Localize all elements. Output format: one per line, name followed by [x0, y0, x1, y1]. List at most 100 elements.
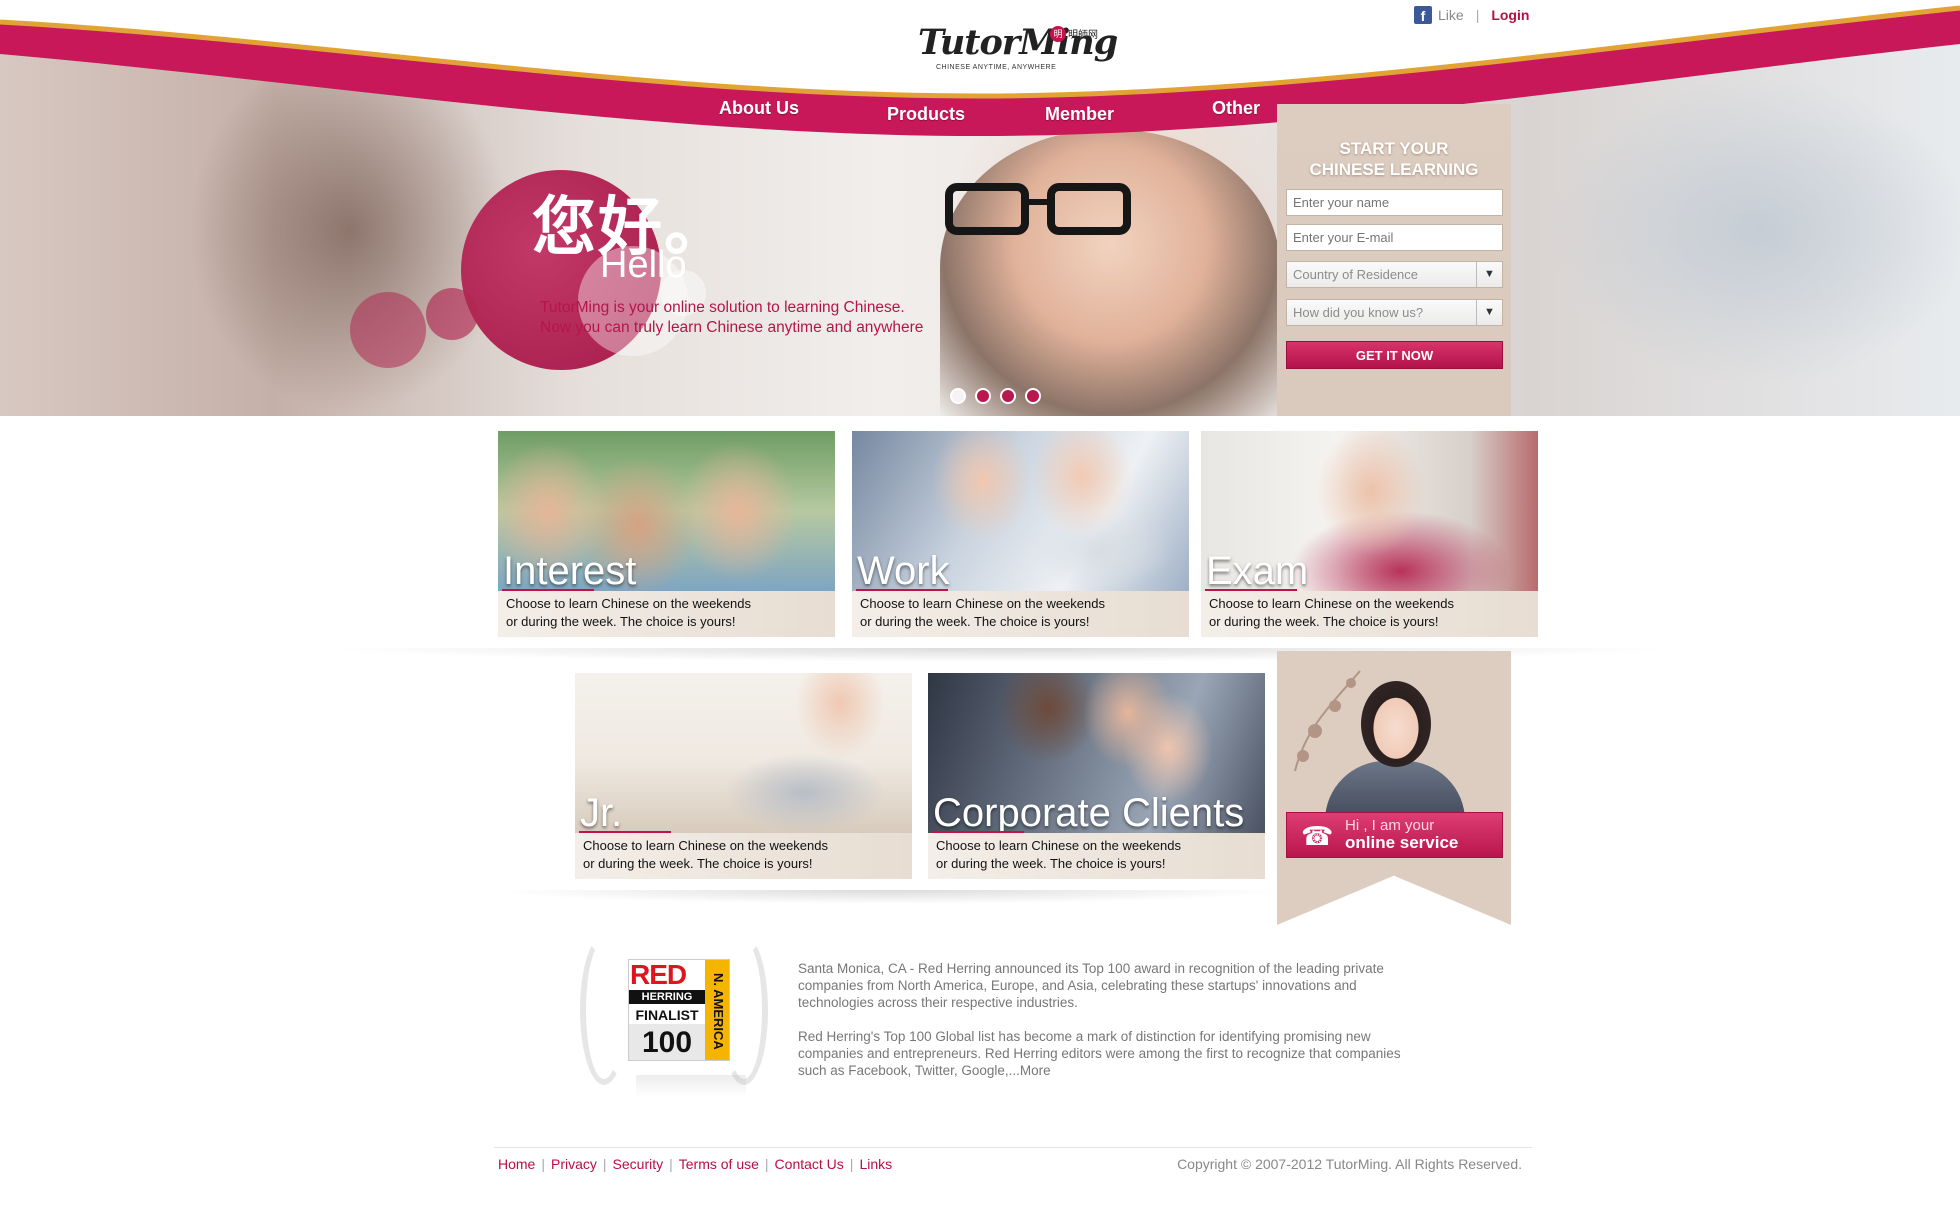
card-image	[575, 673, 912, 833]
country-select-label: Country of Residence	[1293, 267, 1419, 282]
hero-tagline-line: TutorMing is your online solution to lea…	[540, 299, 905, 316]
nav-about-us[interactable]: About Us	[719, 98, 799, 119]
carousel-dot[interactable]	[1025, 388, 1041, 404]
nav-member[interactable]: Member	[1045, 104, 1114, 125]
red-herring-badge: RED HERRING FINALIST 100 N. AMERICA	[628, 959, 730, 1061]
card-title: Exam	[1206, 549, 1309, 593]
card-junior[interactable]: Jr. Choose to learn Chinese on the weeke…	[575, 673, 912, 879]
carousel-dot[interactable]	[950, 388, 966, 404]
divider: |	[541, 1156, 545, 1172]
card-title: Corporate Clients	[933, 791, 1245, 835]
card-title: Work	[857, 549, 950, 593]
divider: |	[1475, 7, 1480, 23]
card-caption: Choose to learn Chinese on the weekends …	[575, 833, 912, 879]
facebook-icon[interactable]: f	[1414, 6, 1432, 24]
card-caption: Choose to learn Chinese on the weekends …	[1201, 591, 1538, 637]
signup-title: START YOUR CHINESE LEARNING	[1277, 138, 1511, 180]
card-interest[interactable]: Interest Choose to learn Chinese on the …	[498, 431, 835, 637]
service-greeting: Hi , I am your	[1345, 817, 1435, 834]
footer-links: Home | Privacy | Security | Terms of use | C…	[498, 1156, 892, 1172]
card-caption-line: Choose to learn Chinese on the weekends	[860, 596, 1105, 611]
red-herring-award: RED HERRING FINALIST 100 N. AMERICA	[580, 935, 770, 1097]
award-news: Santa Monica, CA - Red Herring announced…	[798, 960, 1410, 1096]
signup-title-line: START YOUR	[1339, 139, 1449, 158]
logo-slogan: CHINESE ANYTIME, ANYWHERE	[936, 64, 1057, 71]
card-title: Jr.	[580, 791, 623, 835]
shelf-shadow	[490, 890, 1290, 904]
online-service-widget[interactable]: ☎ Hi , I am your online service	[1277, 651, 1511, 925]
news-paragraph-text: Red Herring's Top 100 Global list has be…	[798, 1029, 1401, 1078]
footer-link-privacy[interactable]: Privacy	[551, 1156, 597, 1172]
country-select[interactable]: Country of Residence ▼	[1286, 261, 1503, 288]
badge-herring: HERRING	[629, 990, 705, 1004]
card-caption-line: or during the week. The choice is yours!	[1209, 614, 1439, 629]
card-caption-line: or during the week. The choice is yours!	[583, 856, 813, 871]
facebook-like-link[interactable]: Like	[1438, 7, 1464, 23]
signup-panel: START YOUR CHINESE LEARNING Country of R…	[1277, 104, 1511, 416]
top-utility-bar: f Like | Login	[1414, 6, 1529, 24]
chevron-down-icon: ▼	[1476, 262, 1502, 287]
card-caption-line: Choose to learn Chinese on the weekends	[506, 596, 751, 611]
card-caption: Choose to learn Chinese on the weekends …	[498, 591, 835, 637]
footer-divider	[494, 1147, 1532, 1148]
divider: |	[669, 1156, 673, 1172]
card-caption-line: Choose to learn Chinese on the weekends	[583, 838, 828, 853]
card-caption-line: or during the week. The choice is yours!	[860, 614, 1090, 629]
hero-bubble	[350, 292, 426, 368]
carousel-dot[interactable]	[975, 388, 991, 404]
news-paragraph: Red Herring's Top 100 Global list has be…	[798, 1028, 1410, 1079]
nav-products[interactable]: Products	[887, 104, 965, 125]
page: 您好。 Hello TutorMing is your online solut…	[0, 0, 1960, 1220]
referral-select-label: How did you know us?	[1293, 305, 1424, 320]
badge-number: 100	[629, 1024, 705, 1060]
site-logo[interactable]: TutorMing 明 明師网 CHINESE ANYTIME, ANYWHER…	[918, 22, 1118, 76]
divider: |	[849, 1156, 854, 1172]
card-caption: Choose to learn Chinese on the weekends …	[928, 833, 1265, 879]
hero-bubble	[426, 288, 478, 340]
referral-select[interactable]: How did you know us? ▼	[1286, 299, 1503, 326]
get-it-now-button[interactable]: GET IT NOW	[1286, 341, 1503, 369]
signup-title-line: CHINESE LEARNING	[1309, 160, 1479, 179]
nav-other[interactable]: Other	[1212, 98, 1260, 119]
footer-link-terms[interactable]: Terms of use	[679, 1156, 759, 1172]
footer-link-home[interactable]: Home	[498, 1156, 535, 1172]
service-agent-face	[1361, 681, 1431, 767]
divider: |	[764, 1156, 769, 1172]
email-input[interactable]	[1286, 224, 1503, 251]
badge-reflection	[636, 1075, 746, 1097]
chevron-down-icon: ▼	[1476, 300, 1502, 325]
login-link[interactable]: Login	[1491, 7, 1529, 23]
logo-badge-icon: 明	[1050, 26, 1066, 42]
hero-greeting-english: Hello	[600, 244, 687, 286]
card-corporate-clients[interactable]: Corporate Clients Choose to learn Chines…	[928, 673, 1265, 879]
name-input[interactable]	[1286, 189, 1503, 216]
card-caption-line: or during the week. The choice is yours!	[936, 856, 1166, 871]
footer-link-links[interactable]: Links	[859, 1156, 892, 1172]
service-label: online service	[1345, 833, 1459, 852]
badge-red: RED	[630, 959, 687, 990]
hero-tagline-line: Now you can truly learn Chinese anytime …	[540, 319, 924, 336]
badge-finalist: FINALIST	[635, 1007, 699, 1023]
footer-link-security[interactable]: Security	[613, 1156, 664, 1172]
card-caption: Choose to learn Chinese on the weekends …	[852, 591, 1189, 637]
card-title: Interest	[503, 549, 637, 593]
card-work[interactable]: Work Choose to learn Chinese on the week…	[852, 431, 1189, 637]
card-caption-line: Choose to learn Chinese on the weekends	[936, 838, 1181, 853]
news-paragraph: Santa Monica, CA - Red Herring announced…	[798, 961, 1384, 1010]
floral-decoration	[1294, 670, 1361, 772]
read-more-link[interactable]: More	[1020, 1063, 1051, 1078]
copyright: Copyright © 2007-2012 TutorMing. All Rig…	[1177, 1156, 1522, 1172]
card-caption-line: or during the week. The choice is yours!	[506, 614, 736, 629]
divider: |	[602, 1156, 607, 1172]
hero-model-image	[940, 130, 1280, 416]
logo-chinese-name: 明師网	[1068, 30, 1098, 41]
carousel-dot[interactable]	[1000, 388, 1016, 404]
laurel-icon	[580, 935, 628, 1085]
badge-region: N. AMERICA	[705, 960, 729, 1060]
card-exam[interactable]: Exam Choose to learn Chinese on the week…	[1201, 431, 1538, 637]
hero-glasses-image	[945, 183, 1135, 239]
hero-tagline: TutorMing is your online solution to lea…	[540, 298, 960, 338]
carousel-dots	[950, 388, 1041, 404]
online-service-button[interactable]: ☎ Hi , I am your online service	[1286, 812, 1503, 858]
footer-link-contact[interactable]: Contact Us	[775, 1156, 844, 1172]
